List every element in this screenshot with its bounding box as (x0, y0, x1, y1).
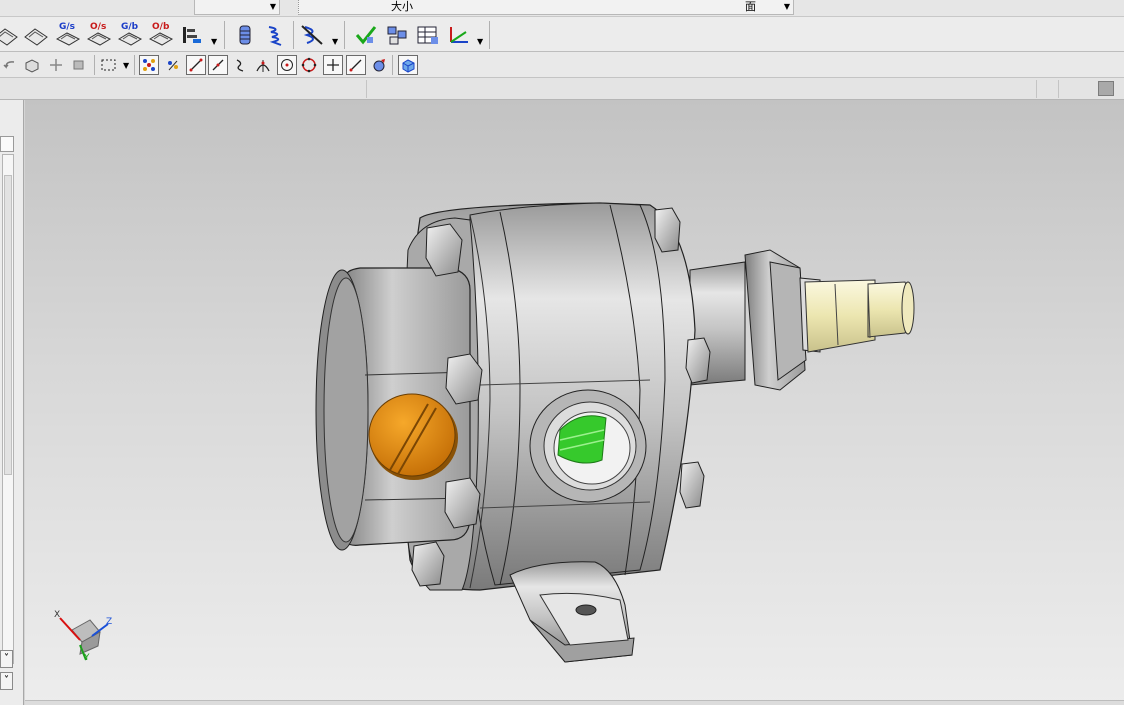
snap-grid-icon[interactable] (139, 55, 159, 75)
pan-icon[interactable] (46, 55, 66, 75)
intersection-icon[interactable] (253, 55, 273, 75)
coordinate-icon[interactable] (445, 21, 473, 49)
separator (489, 21, 490, 49)
analysis-icon[interactable] (0, 21, 20, 49)
status-bar (25, 700, 1124, 705)
gb-label: G/b (121, 22, 139, 32)
assembly-icon[interactable] (383, 21, 411, 49)
face-label: 面 (745, 0, 756, 13)
select-rect-icon[interactable] (99, 55, 119, 75)
resource-bar-icon[interactable] (1098, 81, 1114, 96)
chevron-down-icon[interactable]: ▼ (332, 37, 338, 46)
circle-center-icon[interactable] (277, 55, 297, 75)
separator (293, 21, 294, 49)
selection-bar (0, 78, 1124, 100)
chevron-down-icon[interactable]: ▼ (477, 37, 483, 46)
gear-pump-model[interactable] (25, 100, 1124, 705)
size-label: 大小 (391, 0, 413, 13)
selection-toolbar: ▼ (0, 52, 1124, 78)
vertical-scrollbar[interactable] (2, 154, 14, 664)
top-row: ▼ 大小 面 ▼ (0, 0, 1124, 16)
separator (224, 21, 225, 49)
scrollbar-thumb[interactable] (4, 175, 12, 475)
selection-segment (1037, 80, 1059, 98)
chevron-down-icon: ▼ (269, 2, 276, 11)
left-panel: ˅ ˅ (0, 100, 24, 705)
triad-z-label: Z (106, 617, 113, 627)
triad-y-label: Y (84, 653, 90, 663)
panel-tab[interactable] (0, 136, 14, 152)
slash-icon[interactable] (346, 55, 366, 75)
graphics-window[interactable]: X Z Y (25, 100, 1124, 705)
snap-points-icon[interactable] (163, 55, 183, 75)
separator (392, 55, 393, 75)
chevron-down-icon[interactable]: ▼ (123, 61, 129, 70)
separator (134, 55, 135, 75)
ob-label: O/b (152, 22, 170, 32)
box-icon[interactable] (22, 55, 42, 75)
analysis-icon[interactable] (22, 21, 50, 49)
part-navigator-icon[interactable] (298, 21, 326, 49)
curve-icon[interactable] (231, 55, 251, 75)
size-face-dropdown[interactable]: 大小 面 ▼ (298, 0, 794, 15)
rotate-icon[interactable] (70, 55, 90, 75)
chevron-down-icon[interactable]: ▼ (211, 37, 217, 46)
separator (344, 21, 345, 49)
circle-icon[interactable] (299, 55, 319, 75)
triad-x-label: X (54, 610, 61, 620)
collapse-icon[interactable]: ˅ (0, 650, 13, 668)
spring-icon[interactable] (262, 21, 290, 49)
deviation-icon[interactable] (178, 21, 206, 49)
chevron-down-icon: ▼ (783, 2, 790, 11)
filter-dropdown[interactable]: ▼ (194, 0, 280, 15)
curvature-ob-icon[interactable]: O/b (147, 21, 175, 49)
separator (94, 55, 95, 75)
solid-view-icon[interactable] (398, 55, 418, 75)
plus-icon[interactable] (323, 55, 343, 75)
os-label: O/s (90, 22, 107, 32)
curvature-os-icon[interactable]: O/s (85, 21, 113, 49)
collapse-icon[interactable]: ˅ (0, 672, 13, 690)
gs-label: G/s (59, 22, 76, 32)
table-icon[interactable] (414, 21, 442, 49)
analysis-toolbar: G/s O/s G/b O/b ▼ ▼ ▼ (0, 16, 1124, 52)
arc-icon[interactable] (369, 55, 389, 75)
selection-segment (367, 80, 1037, 98)
check-icon[interactable] (352, 21, 380, 49)
line-icon[interactable] (186, 55, 206, 75)
curvature-gs-icon[interactable]: G/s (54, 21, 82, 49)
selection-segment (0, 80, 367, 98)
curvature-gb-icon[interactable]: G/b (116, 21, 144, 49)
undo-icon[interactable] (0, 55, 20, 75)
tangent-line-icon[interactable] (208, 55, 228, 75)
spring-stack-icon[interactable] (231, 21, 259, 49)
